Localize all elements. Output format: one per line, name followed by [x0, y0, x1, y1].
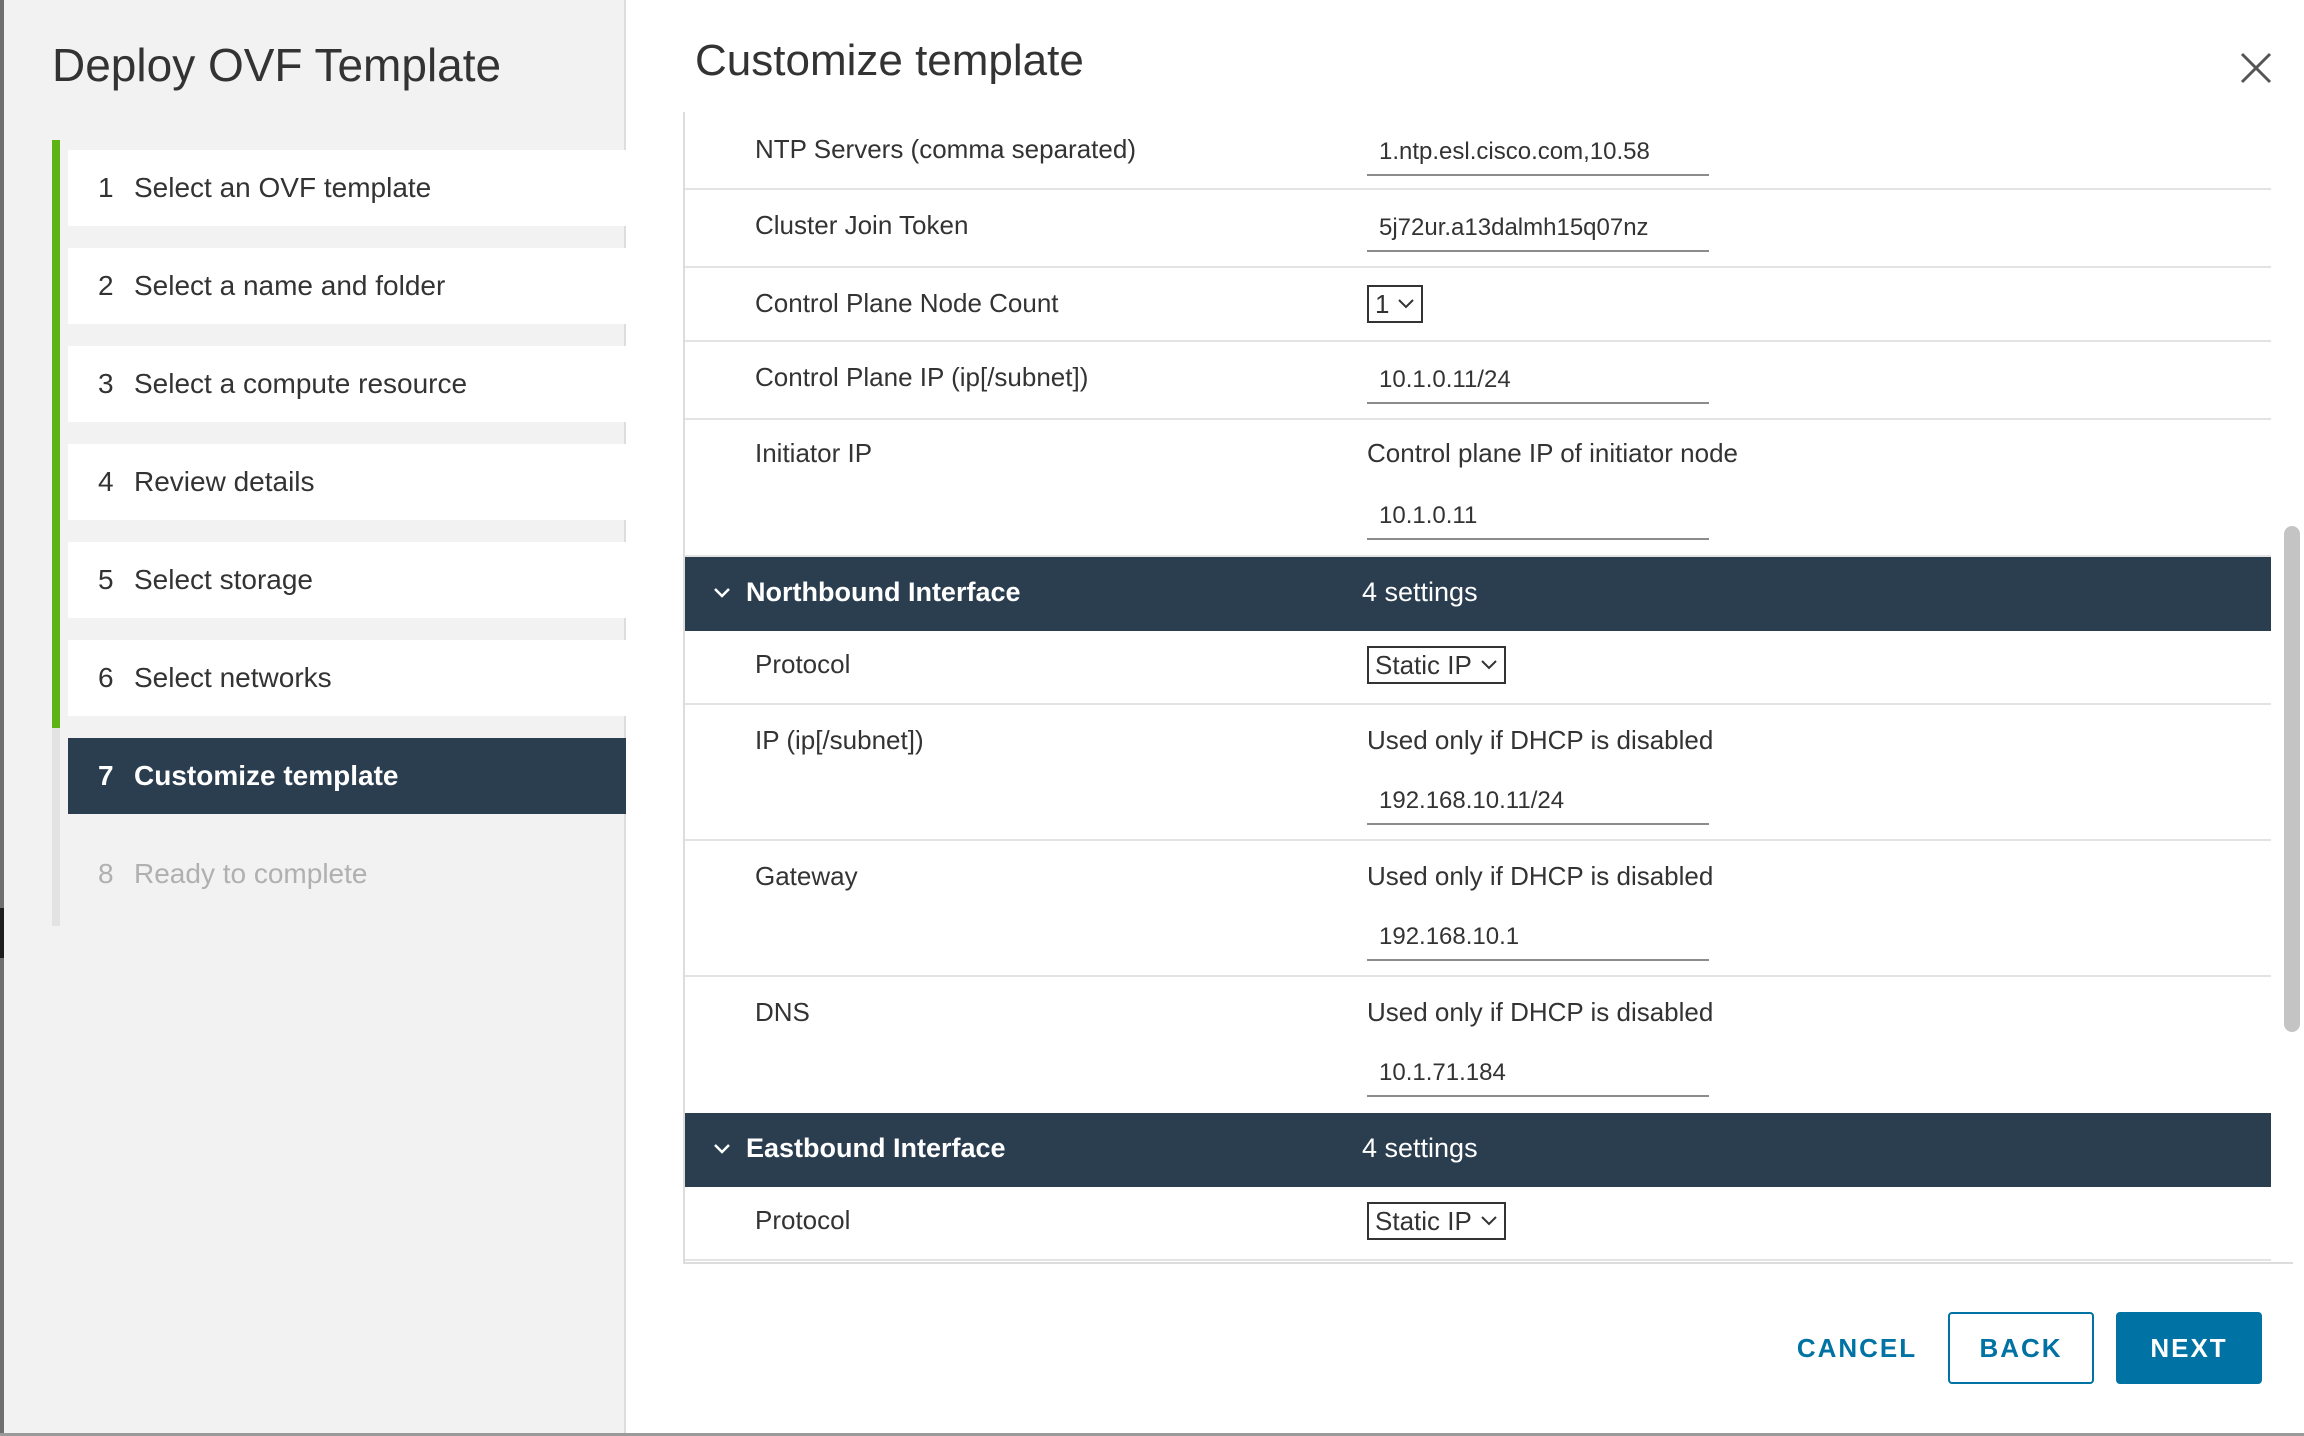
northbound-gateway-input[interactable]: 192.168.10.1 [1367, 921, 1709, 961]
step-select-ovf-template[interactable]: 1 Select an OVF template [68, 150, 626, 226]
northbound-protocol-value: Static IP [1375, 649, 1472, 680]
northbound-ip-description: Used only if DHCP is disabled [1367, 725, 1714, 755]
property-row-initiator-ip: Initiator IP Control plane IP of initiat… [685, 420, 2271, 557]
ntp-servers-value: 1.ntp.esl.cisco.com,10.58 [1379, 138, 1650, 165]
step-label: Ready to complete [134, 858, 368, 889]
close-icon[interactable] [2238, 50, 2274, 86]
cluster-join-token-label: Cluster Join Token [755, 210, 969, 240]
section-settings-count: 4 settings [1362, 577, 1478, 607]
property-row-northbound-dns: DNS Used only if DHCP is disabled 10.1.7… [685, 977, 2271, 1113]
ntp-servers-input[interactable]: 1.ntp.esl.cisco.com,10.58 [1367, 136, 1709, 176]
cluster-join-token-value: 5j72ur.a13dalmh15q07nz [1379, 214, 1649, 241]
step-number: 5 [98, 564, 114, 595]
property-row-control-plane-node-count: Control Plane Node Count 1 [685, 268, 2271, 342]
northbound-protocol-select[interactable]: Static IP [1367, 646, 1506, 684]
section-eastbound-interface[interactable]: Eastbound Interface 4 settings [685, 1113, 2271, 1187]
northbound-dns-input[interactable]: 10.1.71.184 [1367, 1057, 1709, 1097]
step-customize-template[interactable]: 7 Customize template [68, 738, 626, 814]
wizard-steps: 1 Select an OVF template 2 Select a name… [68, 150, 626, 934]
initiator-ip-input[interactable]: 10.1.0.11 [1367, 500, 1709, 540]
section-settings-count: 4 settings [1362, 1133, 1478, 1163]
step-number: 1 [98, 172, 114, 203]
step-label: Select networks [134, 662, 332, 693]
step-progress-completed [52, 140, 60, 728]
deploy-ovf-dialog: Deploy OVF Template 1 Select an OVF temp… [0, 0, 2304, 1436]
property-row-cluster-join-token: Cluster Join Token 5j72ur.a13dalmh15q07n… [685, 190, 2271, 268]
northbound-dns-description: Used only if DHCP is disabled [1367, 997, 1714, 1027]
northbound-dns-label: DNS [755, 997, 810, 1027]
property-row-northbound-ip: IP (ip[/subnet]) Used only if DHCP is di… [685, 705, 2271, 841]
vertical-scrollbar[interactable] [2282, 112, 2302, 1264]
main-panel: Customize template NTP Servers (comma se… [626, 0, 2304, 1436]
step-select-name-folder[interactable]: 2 Select a name and folder [68, 248, 626, 324]
step-review-details[interactable]: 4 Review details [68, 444, 626, 520]
control-plane-node-count-label: Control Plane Node Count [755, 288, 1059, 318]
section-title: Eastbound Interface [746, 1133, 1006, 1163]
chevron-down-icon [714, 588, 730, 598]
northbound-gateway-label: Gateway [755, 861, 858, 891]
northbound-ip-input[interactable]: 192.168.10.11/24 [1367, 785, 1709, 825]
chevron-down-icon [1481, 1216, 1497, 1226]
eastbound-protocol-value: Static IP [1375, 1205, 1472, 1236]
scrollbar-thumb[interactable] [2284, 526, 2300, 1032]
property-row-control-plane-ip: Control Plane IP (ip[/subnet]) 10.1.0.11… [685, 342, 2271, 420]
template-properties-list: NTP Servers (comma separated) 1.ntp.esl.… [683, 112, 2293, 1264]
eastbound-protocol-label: Protocol [755, 1205, 851, 1235]
cluster-join-token-input[interactable]: 5j72ur.a13dalmh15q07nz [1367, 212, 1709, 252]
chevron-down-icon [1481, 660, 1497, 670]
chevron-down-icon [714, 1144, 730, 1154]
step-label: Select a name and folder [134, 270, 446, 301]
control-plane-ip-value: 10.1.0.11/24 [1379, 366, 1511, 393]
step-number: 3 [98, 368, 114, 399]
section-northbound-interface[interactable]: Northbound Interface 4 settings [685, 557, 2271, 631]
control-plane-ip-input[interactable]: 10.1.0.11/24 [1367, 364, 1709, 404]
step-number: 2 [98, 270, 114, 301]
step-number: 8 [98, 858, 114, 889]
initiator-ip-value: 10.1.0.11 [1379, 502, 1478, 529]
northbound-gateway-description: Used only if DHCP is disabled [1367, 861, 1714, 891]
initiator-ip-description: Control plane IP of initiator node [1367, 438, 1738, 468]
northbound-gateway-value: 192.168.10.1 [1379, 923, 1520, 950]
property-row-northbound-protocol: Protocol Static IP [685, 631, 2271, 705]
step-select-compute-resource[interactable]: 3 Select a compute resource [68, 346, 626, 422]
step-label: Select storage [134, 564, 313, 595]
control-plane-node-count-select[interactable]: 1 [1367, 285, 1424, 323]
eastbound-protocol-select[interactable]: Static IP [1367, 1202, 1506, 1240]
control-plane-node-count-value: 1 [1375, 288, 1390, 319]
property-row-eastbound-protocol: Protocol Static IP [685, 1187, 2271, 1261]
northbound-dns-value: 10.1.71.184 [1379, 1059, 1506, 1086]
northbound-ip-value: 192.168.10.11/24 [1379, 787, 1565, 814]
page-title: Customize template [695, 36, 1084, 85]
back-button[interactable]: BACK [1948, 1312, 2094, 1384]
step-label: Review details [134, 466, 315, 497]
section-title: Northbound Interface [746, 577, 1021, 607]
property-row-ntp-servers: NTP Servers (comma separated) 1.ntp.esl.… [685, 112, 2271, 190]
step-select-networks[interactable]: 6 Select networks [68, 640, 626, 716]
property-row-northbound-gateway: Gateway Used only if DHCP is disabled 19… [685, 841, 2271, 977]
control-plane-ip-label: Control Plane IP (ip[/subnet]) [755, 362, 1089, 392]
step-label: Customize template [134, 760, 399, 791]
wizard-nav: Deploy OVF Template 1 Select an OVF temp… [4, 0, 626, 1436]
northbound-ip-label: IP (ip[/subnet]) [755, 725, 924, 755]
step-number: 4 [98, 466, 114, 497]
properties-content: NTP Servers (comma separated) 1.ntp.esl.… [685, 112, 2271, 1261]
step-select-storage[interactable]: 5 Select storage [68, 542, 626, 618]
step-label: Select an OVF template [134, 172, 432, 203]
ntp-servers-label: NTP Servers (comma separated) [755, 134, 1136, 164]
step-number: 7 [98, 760, 114, 791]
step-ready-to-complete: 8 Ready to complete [68, 836, 626, 912]
next-button[interactable]: NEXT [2116, 1312, 2262, 1384]
initiator-ip-label: Initiator IP [755, 438, 873, 468]
wizard-title: Deploy OVF Template [52, 39, 502, 91]
cancel-button[interactable]: CANCEL [1774, 1312, 1940, 1384]
step-label: Select a compute resource [134, 368, 468, 399]
chevron-down-icon [1398, 299, 1415, 309]
northbound-protocol-label: Protocol [755, 649, 851, 679]
step-number: 6 [98, 662, 114, 693]
